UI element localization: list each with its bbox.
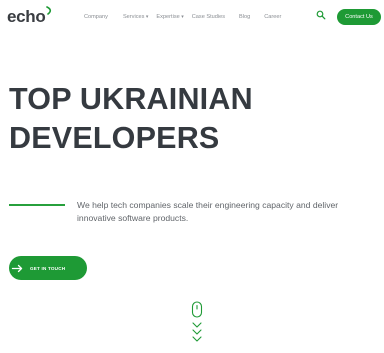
hero-title-line-1: TOP UKRAINIAN <box>9 82 253 116</box>
nav-item-career[interactable]: Career <box>264 14 281 20</box>
site-header: echo Company Services ▾ Expertise ▾ Case… <box>0 0 384 36</box>
accent-divider <box>9 204 65 206</box>
nav-item-label: Career <box>264 14 282 20</box>
hero-title: TOP UKRAINIAN DEVELOPERS <box>9 80 253 158</box>
hero-description: We help tech companies scale their engin… <box>77 200 339 223</box>
main-nav: Company Services ▾ Expertise ▾ Case Stud… <box>84 14 286 20</box>
nav-item-blog[interactable]: Blog <box>239 14 250 20</box>
nav-item-label: Blog <box>239 14 251 20</box>
nav-item-company[interactable]: Company <box>84 14 108 20</box>
hero-title-line-2: DEVELOPERS <box>9 121 220 155</box>
get-in-touch-button[interactable]: GET IN TOUCH <box>9 256 87 280</box>
logo[interactable]: echo <box>7 6 54 27</box>
contact-us-button[interactable]: Contact Us <box>337 9 381 25</box>
arrow-right-icon <box>11 264 23 272</box>
chevron-down-icon: ▾ <box>181 14 184 20</box>
mouse-scroll-icon[interactable] <box>189 301 205 347</box>
nav-item-label: Services <box>122 14 145 20</box>
search-icon[interactable] <box>316 10 326 20</box>
nav-item-label: Expertise <box>156 14 180 20</box>
contact-us-label: Contact Us <box>345 14 373 20</box>
logo-text: echo <box>7 7 46 26</box>
logo-arc-icon <box>46 6 52 15</box>
nav-item-label: Company <box>84 14 108 20</box>
nav-item-label: Case Studies <box>191 14 226 20</box>
get-in-touch-label: GET IN TOUCH <box>30 265 66 271</box>
nav-item-services[interactable]: Services ▾ <box>123 14 148 20</box>
chevron-down-icon: ▾ <box>145 14 149 20</box>
nav-item-expertise[interactable]: Expertise ▾ <box>156 14 183 20</box>
nav-item-case-studies[interactable]: Case Studies <box>192 14 225 20</box>
